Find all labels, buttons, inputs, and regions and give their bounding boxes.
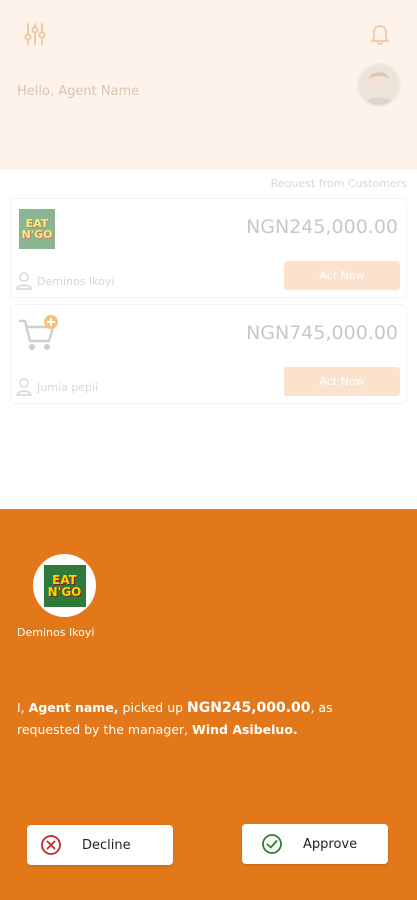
approve-button[interactable]: Approve <box>242 824 388 864</box>
header-wave <box>0 140 417 162</box>
agent-name: Agent name, <box>28 700 119 715</box>
decline-button[interactable]: Decline <box>27 825 173 865</box>
filter-icon[interactable] <box>22 20 48 48</box>
location-pin-icon <box>16 272 32 290</box>
merchant-avatar: EAT N'GO <box>33 554 96 617</box>
request-location: Jumia pepii <box>15 377 98 397</box>
merchant-name: Deminos Ikoyi <box>17 626 95 639</box>
cart-icon <box>17 313 59 353</box>
bell-icon[interactable] <box>368 22 392 48</box>
act-now-button[interactable]: Act Now <box>284 261 400 290</box>
check-circle-icon <box>261 833 283 855</box>
avatar[interactable] <box>357 63 401 107</box>
request-amount: NGN745,000.00 <box>246 322 398 344</box>
merchant-logo: EAT N'GO <box>19 209 55 249</box>
greeting-text: Hello, Agent Name <box>17 84 140 99</box>
request-card[interactable]: EAT N'GO NGN245,000.00 Deminos Ikoyi Act… <box>10 198 407 298</box>
request-amount: NGN245,000.00 <box>246 216 398 238</box>
request-card[interactable]: NGN745,000.00 Jumia pepii Act Now <box>10 304 407 404</box>
approve-label: Approve <box>303 836 358 852</box>
pickup-amount: NGN245,000.00 <box>187 700 311 716</box>
location-pin-icon <box>16 378 32 396</box>
approval-message: I, Agent name, picked up NGN245,000.00, … <box>17 700 333 737</box>
close-circle-icon <box>40 834 62 856</box>
act-now-button[interactable]: Act Now <box>284 367 400 396</box>
request-location: Deminos Ikoyi <box>15 271 114 291</box>
section-title: Request from Customers <box>270 177 407 190</box>
merchant-logo: EAT N'GO <box>43 564 86 607</box>
manager-name: Wind Asibeluo. <box>192 722 298 737</box>
decline-label: Decline <box>82 837 131 853</box>
